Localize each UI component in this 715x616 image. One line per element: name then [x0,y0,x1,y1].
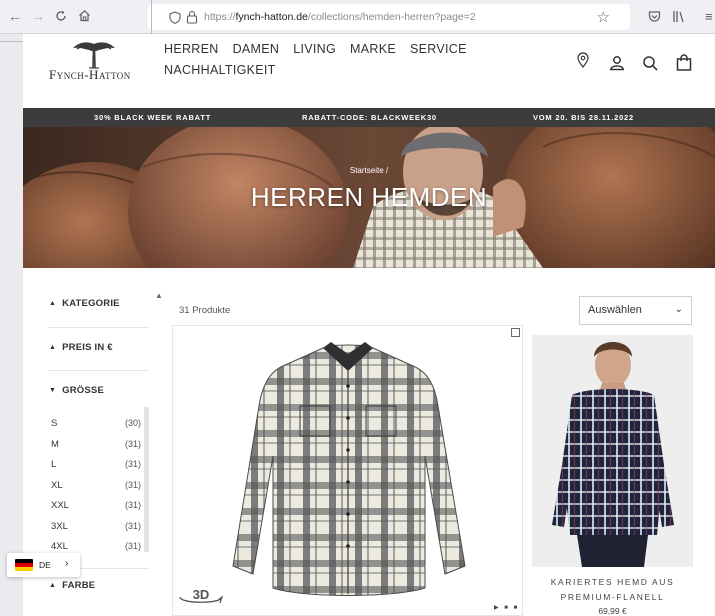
size-label: L [51,459,57,470]
promo-dates: VOM 20. BIS 28.11.2022 [533,113,634,122]
divider [49,370,149,371]
search-icon[interactable] [641,54,659,72]
size-count: (31) [124,521,141,531]
nav-item-herren[interactable]: HERREN [164,39,219,60]
logo-text[interactable]: Fynch-Hatton [49,67,131,83]
nav-item-damen[interactable]: DAMEN [233,39,280,60]
filter-groesse[interactable]: ▼ GRÖSSE [49,385,104,396]
scroll-up-arrow-icon[interactable]: ▲ [155,291,163,300]
chevron-down-icon: ⌄ [674,304,683,315]
product-price: 69,99 € [598,606,627,616]
url-bar[interactable]: https://fynch-hatton.de/collections/hemd… [148,4,630,30]
shield-icon[interactable] [169,11,181,24]
url-text[interactable]: https://fynch-hatton.de/collections/hemd… [204,11,476,23]
compare-checkbox[interactable] [511,328,520,337]
nav-item-living[interactable]: LIVING [293,39,336,60]
sort-select[interactable]: Auswählen ⌄ [579,296,692,325]
cart-bag-icon[interactable] [675,54,693,72]
library-icon[interactable] [672,10,686,23]
filter-preis-label: PREIS IN € [62,342,113,353]
browser-toolbar: ← → https://fynch-hatton.de/collections/… [0,0,715,34]
url-prefix: https:// [204,11,236,23]
product-image-model[interactable] [532,335,693,567]
expand-triangle-icon: ▼ [49,387,57,394]
size-option[interactable]: XXL (31) [51,500,141,511]
chevron-right-icon: › [65,558,69,569]
nav-item-marke[interactable]: MARKE [350,39,396,60]
size-option[interactable]: XL (31) [51,480,141,491]
nav-item-service[interactable]: SERVICE [410,39,467,60]
web-page: Fynch-Hatton HERREN DAMEN LIVING MARKE SERVI… [23,34,715,616]
size-count: (31) [124,541,141,551]
product-card[interactable] [172,325,523,616]
url-path: /collections/hemden-herren?page=2 [307,11,476,23]
reload-icon[interactable] [55,10,67,22]
collapse-triangle-icon: ▲ [49,300,57,307]
home-icon[interactable] [78,9,91,22]
filter-farbe[interactable]: ▲ FARBE [49,580,95,591]
promo-banner: 30% BLACK WEEK RABATT RABATT-CODE: BLACK… [23,108,715,127]
badge-3d-label: 3D [193,587,210,602]
filter-kategorie-label: KATEGORIE [62,298,120,309]
sort-selected-value: Auswählen [588,304,642,316]
forward-icon[interactable]: → [31,9,45,23]
product-title[interactable]: KARIERTES HEMD AUS PREMIUM-FLANELL [532,575,693,605]
size-label: XL [51,480,63,491]
menu-icon[interactable]: ≡ [705,9,713,24]
page-title: HERREN HEMDEN [250,182,488,212]
promo-code: RABATT-CODE: BLACKWEEK30 [302,113,437,122]
size-count: (31) [124,500,141,510]
promo-discount: 30% BLACK WEEK RABATT [94,113,212,122]
germany-flag-icon [15,559,33,571]
size-label: S [51,418,58,429]
size-option[interactable]: M (31) [51,439,141,450]
collapse-triangle-icon: ▲ [49,344,57,351]
size-label: M [51,439,59,450]
size-option[interactable]: S (30) [51,418,141,429]
size-count: (31) [124,480,141,490]
collapse-triangle-icon: ▲ [49,582,57,589]
size-label: XXL [51,500,69,511]
pocket-icon[interactable] [648,10,661,23]
divider [49,327,149,328]
size-count: (31) [124,439,141,449]
size-option[interactable]: 4XL (31) [51,541,141,552]
product-image-plaid-shirt[interactable] [173,326,524,616]
filter-kategorie[interactable]: ▲ KATEGORIE [49,298,120,309]
language-selector[interactable]: DE › [7,553,80,577]
size-count: (30) [124,418,141,428]
back-icon[interactable]: ← [8,9,22,23]
size-option[interactable]: L (31) [51,459,141,470]
filter-preis[interactable]: ▲ PREIS IN € [49,342,113,353]
size-option[interactable]: 3XL (31) [51,521,141,532]
product-card[interactable] [532,335,693,567]
size-label: 3XL [51,521,68,532]
size-count: (31) [124,459,141,469]
filter-farbe-label: FARBE [62,580,96,591]
language-code: DE [39,560,51,570]
carousel-dots[interactable]: ▶ ■ ■ [494,604,519,611]
filter-groesse-label: GRÖSSE [62,385,104,396]
size-label: 4XL [51,541,68,552]
hero-banner: Startseite / HERREN HEMDEN [23,127,715,268]
url-domain: fynch-hatton.de [235,11,308,23]
account-icon[interactable] [608,54,626,72]
lock-icon[interactable] [186,10,198,24]
location-pin-icon[interactable] [574,51,592,69]
main-navigation: HERREN DAMEN LIVING MARKE SERVICE NACHHALTIGK… [164,39,494,81]
breadcrumb[interactable]: Startseite / [23,166,715,175]
filter-scrollbar[interactable] [144,407,149,552]
nav-item-nachhaltigkeit[interactable]: NACHHALTIGKEIT [164,60,276,81]
bookmark-star-icon[interactable]: ☆ [597,8,610,26]
view-3d-badge[interactable]: 3D [177,587,225,609]
site-header: Fynch-Hatton HERREN DAMEN LIVING MARKE SERVI… [23,34,715,100]
logo-tree-icon [73,42,115,69]
product-count: 31 Produkte [179,305,231,316]
